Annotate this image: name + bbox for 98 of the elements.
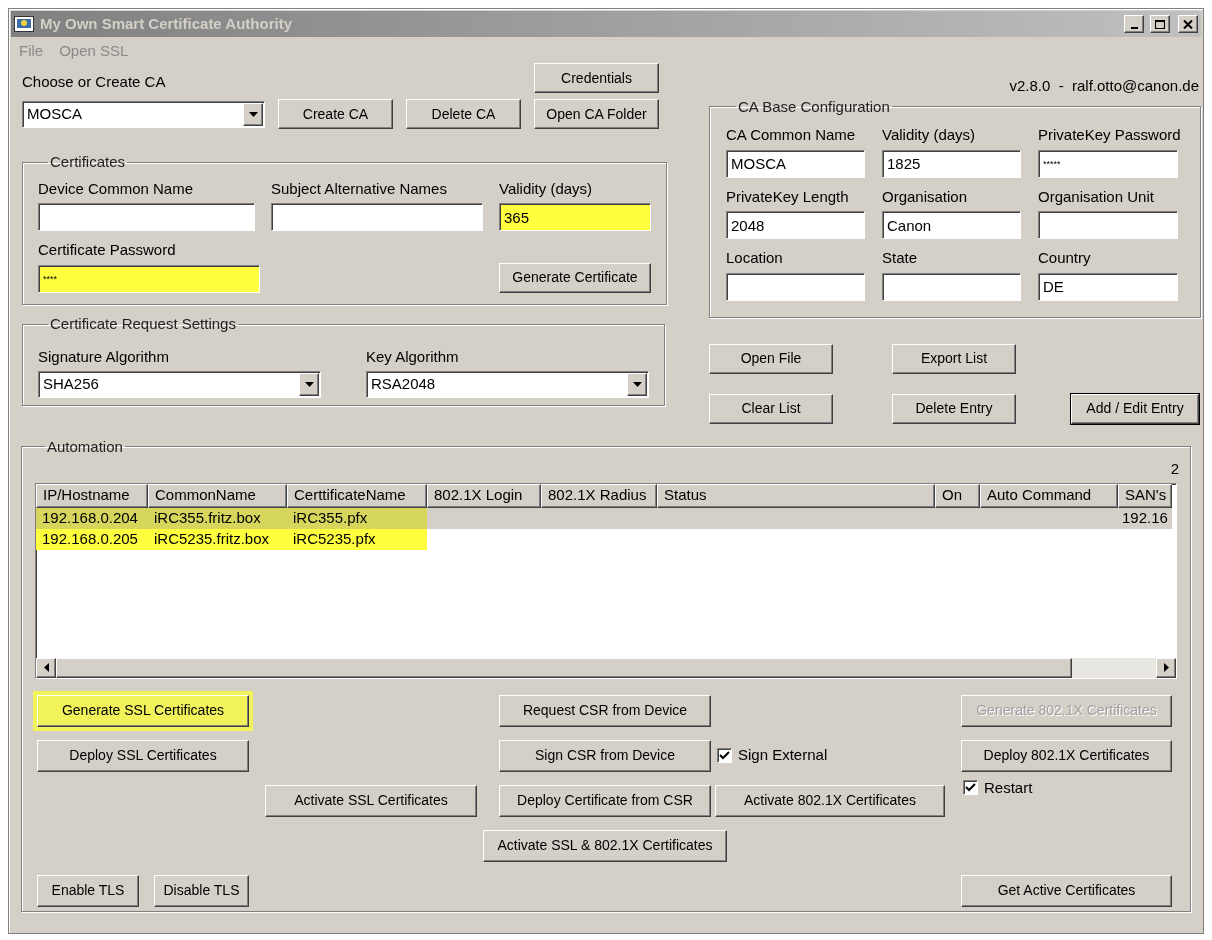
button[interactable]: Sign CSR from Device — [499, 739, 711, 772]
text-field[interactable] — [38, 203, 255, 231]
button[interactable]: Deploy SSL Certificates — [37, 739, 249, 772]
field-label: Organisation Unit — [1038, 186, 1155, 207]
left-arrow-icon — [43, 663, 49, 672]
button[interactable]: Activate SSL Certificates — [265, 784, 477, 817]
maximize-button[interactable] — [1150, 15, 1170, 33]
close-icon — [1183, 19, 1193, 29]
text-field[interactable]: DE — [1038, 272, 1178, 301]
column-header[interactable]: On — [935, 483, 980, 508]
checkbox[interactable] — [963, 780, 978, 796]
field-label: Organisation — [882, 186, 969, 207]
column-header[interactable]: CerttificateName — [287, 483, 427, 508]
button[interactable]: Export List — [892, 343, 1016, 374]
button[interactable]: Credentials — [534, 63, 659, 93]
field-label: Subject Alternative Names — [271, 178, 448, 199]
text-field[interactable]: 2048 — [726, 211, 865, 239]
table-cell: 192.168.0.205 — [36, 528, 148, 550]
text-field[interactable]: ***** — [1038, 149, 1178, 178]
column-header[interactable]: 802.1X Radius — [541, 483, 657, 508]
field-label: Certificate Password — [38, 240, 177, 260]
table-cell: 192.168.0.204 — [36, 507, 148, 529]
text-field[interactable] — [1038, 211, 1178, 239]
dropdown-button[interactable] — [627, 373, 647, 396]
maximize-icon — [1155, 19, 1165, 29]
field-label: Key Algorithm — [366, 346, 460, 367]
field-label: Device Common Name — [38, 178, 195, 199]
version-text: v2.8.0 - ralf.otto@canon.de — [1009, 76, 1199, 96]
table-cell: iRC355.fritz.box — [148, 507, 287, 529]
field-label: Country — [1038, 248, 1092, 268]
button[interactable]: Create CA — [278, 99, 393, 129]
close-button[interactable] — [1178, 15, 1198, 33]
caret-down-icon — [632, 382, 642, 387]
text-field[interactable]: MOSCA — [726, 149, 865, 178]
text-field[interactable] — [271, 203, 483, 231]
text-field[interactable] — [882, 272, 1021, 301]
column-header[interactable]: IP/Hostname — [36, 483, 148, 508]
scroll-left-button[interactable] — [36, 657, 56, 678]
right-arrow-icon — [1163, 663, 1169, 672]
text-field[interactable]: 365 — [499, 203, 651, 231]
button[interactable]: Deploy 802.1X Certificates — [961, 739, 1172, 772]
column-header[interactable]: Auto Command — [980, 483, 1118, 508]
button[interactable]: Add / Edit Entry — [1071, 393, 1199, 424]
field-label: Location — [726, 248, 784, 268]
column-header[interactable]: Status — [657, 483, 935, 508]
window-title: My Own Smart Certificate Authority — [40, 13, 293, 34]
button[interactable]: Get Active Certificates — [961, 874, 1172, 907]
caret-down-icon — [248, 112, 258, 117]
app-icon — [14, 16, 34, 32]
field-label: CA Common Name — [726, 125, 857, 145]
entry-count: 2 — [1170, 459, 1179, 479]
button[interactable]: Request CSR from Device — [499, 694, 711, 727]
group-title: Certificates — [49, 152, 127, 172]
field-label: Signature Algorithm — [38, 346, 170, 367]
button[interactable]: Activate 802.1X Certificates — [715, 784, 945, 817]
dropdown[interactable]: MOSCA — [22, 101, 265, 128]
field-label: Validity (days) — [882, 125, 977, 145]
field-label: Validity (days) — [499, 178, 594, 199]
button[interactable]: Open CA Folder — [534, 99, 659, 129]
button[interactable]: Deploy Certificate from CSR — [499, 784, 711, 817]
column-header[interactable]: CommonName — [148, 483, 287, 508]
text-field[interactable]: Canon — [882, 211, 1021, 239]
field-label: PrivateKey Password — [1038, 125, 1178, 145]
field-label: State — [882, 248, 919, 268]
button[interactable]: Activate SSL & 802.1X Certificates — [483, 829, 727, 862]
minimize-icon — [1130, 26, 1138, 29]
text-field[interactable]: **** — [38, 264, 260, 293]
text-field[interactable]: 1825 — [882, 149, 1021, 178]
dropdown-button[interactable] — [299, 373, 319, 396]
table-cell: iRC5235.fritz.box — [148, 528, 287, 550]
field-label: PrivateKey Length — [726, 186, 850, 207]
group-title: Automation — [46, 436, 124, 457]
group-title: Certificate Request Settings — [49, 314, 237, 334]
button[interactable]: Disable TLS — [154, 874, 249, 907]
button[interactable]: Delete Entry — [892, 393, 1016, 424]
checkbox[interactable] — [717, 748, 732, 763]
dropdown-button[interactable] — [243, 103, 263, 126]
button[interactable]: Clear List — [709, 393, 833, 424]
dropdown[interactable]: RSA2048 — [366, 371, 649, 398]
dropdown[interactable]: SHA256 — [38, 371, 321, 398]
caret-down-icon — [304, 382, 314, 387]
checkbox-label: Sign External — [738, 745, 828, 766]
group-title: CA Base Configuration — [737, 96, 891, 117]
button[interactable]: Enable TLS — [37, 874, 139, 907]
button[interactable]: Open File — [709, 343, 833, 374]
table-cell-text: 192.16 — [1121, 507, 1169, 528]
table-cell: iRC355.pfx — [287, 507, 427, 529]
scroll-right-button[interactable] — [1156, 657, 1176, 678]
button[interactable]: Generate Certificate — [499, 262, 651, 293]
column-header[interactable]: SAN's — [1118, 483, 1172, 508]
field-label: Choose or Create CA — [22, 71, 167, 92]
button[interactable]: Delete CA — [406, 99, 521, 129]
checkbox-label: Restart — [984, 777, 1033, 798]
minimize-button[interactable] — [1124, 15, 1144, 33]
table-cell: iRC5235.pfx — [287, 528, 427, 550]
column-header[interactable]: 802.1X Login — [427, 483, 541, 508]
list-row[interactable]: 192.168.0.204 iRC355.fritz.box iRC355.pfx 192.16 — [36, 507, 1172, 529]
text-field[interactable] — [726, 272, 865, 301]
